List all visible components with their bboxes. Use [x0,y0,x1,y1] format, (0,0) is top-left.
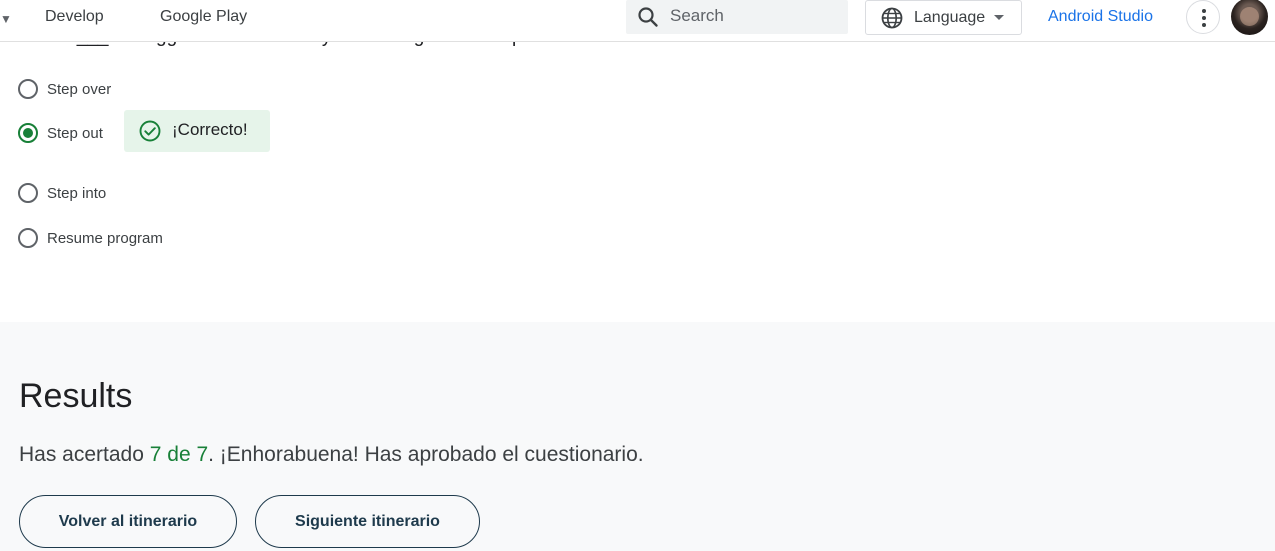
correct-feedback-badge: ¡Correcto! [124,110,270,152]
results-section: Results Has acertado 7 de 7. ¡Enhorabuen… [0,322,1275,551]
next-pathway-button[interactable]: Siguiente itinerario [255,495,480,548]
feedback-text: ¡Correcto! [172,120,248,139]
more-vert-icon [1202,9,1206,13]
radio-button-selected[interactable] [18,123,38,143]
results-title: Results [19,377,133,415]
summary-suffix: . ¡Enhorabuena! Has aprobado el cuestion… [208,443,644,466]
answer-option-step-over[interactable]: Step over [18,78,111,100]
summary-prefix: Has acertado [19,443,150,466]
answer-option-label: Step over [47,80,112,98]
results-summary: Has acertado 7 de 7. ¡Enhorabuena! Has a… [19,443,644,467]
search-icon [638,7,658,27]
nav-dropdown-caret-icon[interactable]: ▼ [0,12,12,26]
language-selector-button[interactable]: Language [865,0,1022,35]
nav-link-google-play[interactable]: Google Play [160,8,247,26]
radio-button[interactable] [18,228,38,248]
answer-option-resume-program[interactable]: Resume program [18,227,163,249]
score-value: 7 de 7 [149,443,209,466]
radio-button[interactable] [18,79,38,99]
chevron-down-icon [994,15,1004,20]
search-input[interactable]: Search [626,0,848,34]
android-studio-link[interactable]: Android Studio [1048,8,1153,26]
answer-option-step-out[interactable]: Step out [18,122,103,144]
check-circle-icon [139,120,161,142]
more-vert-icon-dot [1202,16,1206,20]
answer-option-label: Resume program [47,229,163,247]
answer-option-label: Step into [47,184,107,202]
globe-icon [881,7,903,29]
nav-link-develop[interactable]: Develop [45,8,104,26]
top-nav-bar: ▼ Develop Google Play Search Language An… [0,0,1275,42]
search-placeholder: Search [670,6,724,25]
answer-option-step-into[interactable]: Step into [18,182,106,204]
user-avatar[interactable] [1231,0,1268,35]
more-vert-icon-dot [1202,23,1206,27]
back-to-pathway-button[interactable]: Volver al itinerario [19,495,237,548]
radio-button[interactable] [18,183,38,203]
language-label: Language [914,9,986,26]
more-options-button[interactable] [1186,0,1220,34]
answer-option-label: Step out [47,124,103,142]
